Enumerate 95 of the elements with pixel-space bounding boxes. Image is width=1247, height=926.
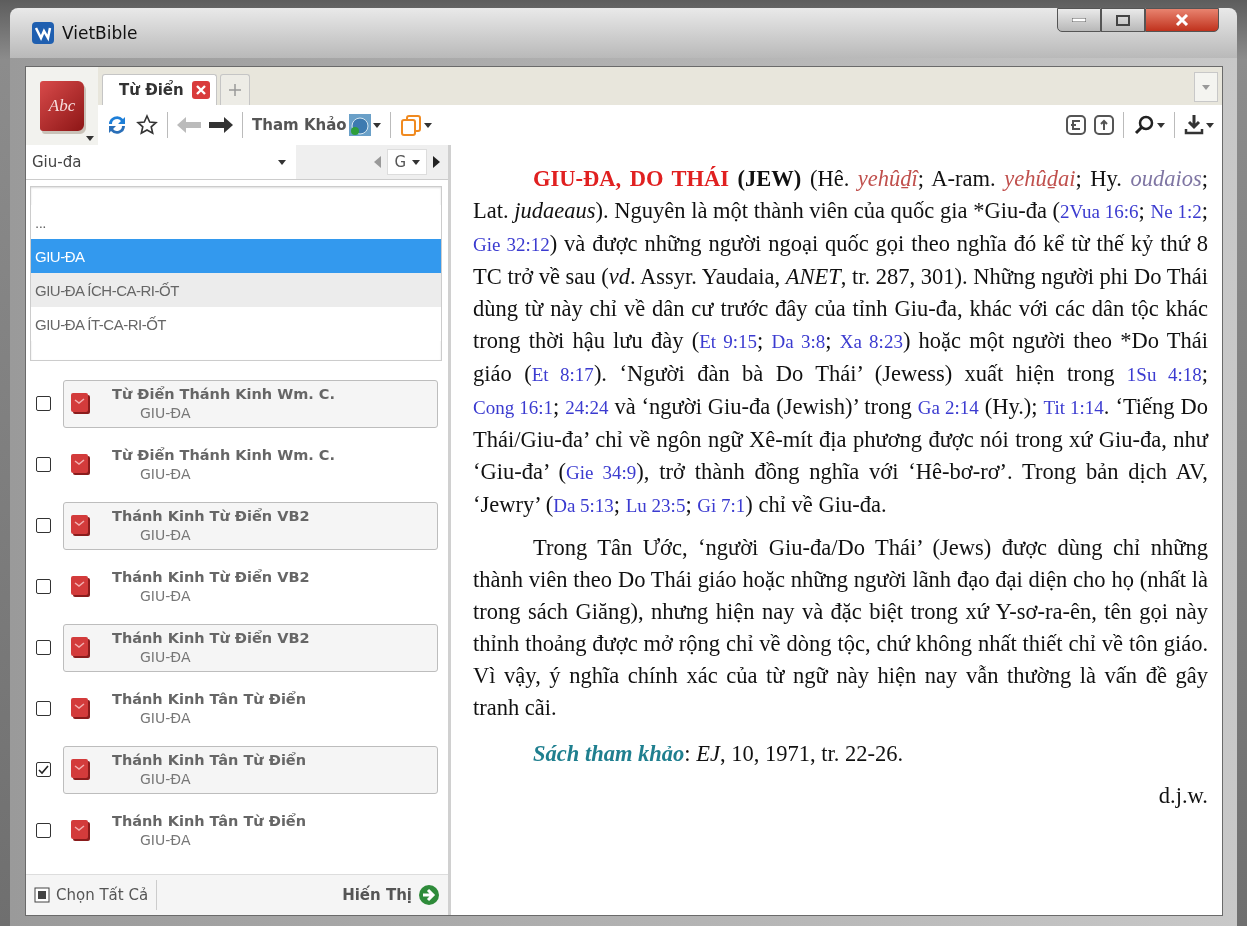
back-link-button[interactable] [1064,113,1088,137]
checkbox[interactable] [36,640,51,655]
entry-label: GIU-ĐA [139,771,192,787]
checkbox[interactable] [36,762,51,777]
caret-icon [1202,84,1210,90]
minimize-icon [1072,18,1086,22]
caret-icon [423,122,432,128]
verse-link[interactable]: Lu 23:5 [625,495,686,516]
author-initials: d.j.w. [1157,782,1208,810]
dictionary-title: Thánh Kinh Tân Từ Điển [112,752,306,768]
close-icon[interactable] [191,81,210,99]
checkbox[interactable] [36,701,51,716]
dictionary-title: Thánh Kinh Từ Điển VB2 [112,508,310,524]
checkbox-icon [34,887,50,903]
entry-label: GIU-ĐA [139,710,192,726]
arrow-circle-icon [418,884,440,906]
globe-icon [348,114,371,136]
verse-link[interactable]: 24:24 [565,397,609,418]
book-icon [70,757,92,782]
result-item[interactable]: Thánh Kinh Tân Từ Điển GIU-ĐA [63,806,438,855]
result-item[interactable]: Thánh Kinh Tân Từ Điển GIU-ĐA [63,745,438,794]
verse-link[interactable]: Da 3:8 [771,331,826,352]
reference-button[interactable]: Tham Khảo [250,112,383,138]
caret-icon [412,159,420,165]
dictionary-title: Thánh Kinh Tân Từ Điển [112,691,306,707]
entry-label: GIU-ĐA [139,832,192,848]
book-icon [70,574,92,599]
verse-link[interactable]: Et 9:15 [699,331,758,352]
dictionary-logo[interactable]: Abc [40,81,84,131]
reference-line: Sách tham khảo: EJ, 10, 1971, tr. 22-26. [532,740,905,768]
up-link-button[interactable] [1092,113,1116,137]
show-button[interactable]: Hiến Thị [334,875,448,915]
result-item[interactable]: Từ Điển Thánh Kinh Wm. C. GIU-ĐA [63,379,438,428]
checkbox[interactable] [36,396,51,411]
verse-link[interactable]: 2Vua 16:6 [1060,201,1139,222]
close-button[interactable] [1145,8,1219,32]
book-icon [70,452,92,477]
article-paragraph: Trong Tân Ước, ‘người Giu-đa/Do Thái’ (Jews) được dùng chỉ những thành viên theo Do Thái giáo hoặc những người lãnh đạo đại diện cho họ (nhất là trong sách Giăng), nhưng hiện nay và đặc biệt trong xứ Y-sơ-ra-ên, tên gọi này thỉnh thoảng được mở rộng chỉ về dòng tộc, chứ không nhất thiết chỉ về tôn giáo. Vì vậy, ý nghĩa chính xác của từ ngữ này hiện nay vẫn thường là vấn đề gây tranh cãi. [473,534,1208,722]
book-icon [70,635,92,660]
book-icon [70,696,92,721]
suggestion-item[interactable]: ... [31,205,441,239]
entry-label: GIU-ĐA [139,588,192,604]
result-item[interactable]: Thánh Kinh Từ Điển VB2 GIU-ĐA [63,501,438,550]
app-icon [32,22,54,44]
result-item[interactable]: Từ Điển Thánh Kinh Wm. C. GIU-ĐA [63,440,438,489]
verse-link[interactable]: Ne 1:2 [1150,201,1202,222]
result-item[interactable]: Thánh Kinh Tân Từ Điển GIU-ĐA [63,684,438,733]
letter-dropdown[interactable]: G [387,149,427,175]
verse-link[interactable]: Cong 16:1 [473,397,553,418]
book-icon [70,391,92,416]
verse-link[interactable]: Tit 1:14 [1043,397,1104,418]
maximize-button[interactable] [1101,8,1145,32]
checkbox[interactable] [36,518,51,533]
verse-link[interactable]: Da 5:13 [553,495,614,516]
verse-link[interactable]: Xa 8:23 [839,331,903,352]
entry-label: GIU-ĐA [139,527,192,543]
checkbox[interactable] [36,457,51,472]
verse-link[interactable]: Et 8:17 [531,364,594,385]
dictionary-title: Thánh Kinh Tân Từ Điển [112,813,306,829]
checkbox[interactable] [36,823,51,838]
entry-label: GIU-ĐA [139,405,192,421]
caret-icon [372,122,381,128]
suggestion-item[interactable]: GIU-ĐA ÍT-CA-RI-ỐT [31,307,441,341]
book-icon [70,513,92,538]
checkbox[interactable] [36,579,51,594]
result-item[interactable]: Thánh Kinh Từ Điển VB2 GIU-ĐA [63,562,438,611]
next-icon[interactable] [433,156,440,168]
suggestion-item[interactable]: GIU-ĐA ÍCH-CA-RI-ỐT [31,273,441,307]
close-icon [1175,14,1189,26]
caret-icon [1206,122,1214,128]
maximize-icon [1116,14,1130,26]
entry-label: GIU-ĐA [139,649,192,665]
verse-link[interactable]: 1Su 4:18 [1126,364,1202,385]
dictionary-title: Thánh Kinh Từ Điển VB2 [112,630,310,646]
verse-link[interactable]: Gie 34:9 [566,462,637,483]
verse-link[interactable]: Ga 2:14 [917,397,979,418]
forward-button[interactable] [207,114,235,136]
book-icon [70,818,92,843]
dictionary-title: Thánh Kinh Từ Điển VB2 [112,569,310,585]
result-item[interactable]: Thánh Kinh Từ Điển VB2 GIU-ĐA [63,623,438,672]
plus-icon [228,84,241,96]
entry-label: GIU-ĐA [139,466,192,482]
dictionary-title: Từ Điển Thánh Kinh Wm. C. [112,447,335,463]
article-paragraph: GIU-ĐA, DO THÁI (JEW) (Hê. yehûḏî; A-ram. yehûḏai; Hy. oudaios; Lat. judaeaus). Nguyên là một thành viên của quốc gia *Giu-đa (2Vua 16:6; Ne 1:2; Gie 32:12) và được những người ngoại quốc gọi theo nghĩa đó kể từ thế kỷ thứ 8 TC trở về sau (vd. Assyr. Yaudaia, ANET, tr. 287, 301). Những người phi Do Thái dùng từ này chỉ về dân cư trước đây của tỉnh Giu-đa, khác với các dân tộc khác trong thời hậu lưu đày (Et 9:15; Da 3:8; Xa 8:23) hoặc một người theo *Do Thái giáo (Et 8:17). ‘Người đàn bà Do Thái’ (Jewess) xuất hiện trong 1Su 4:18; Cong 16:1; 24:24 và ‘người Giu-đa (Jewish)’ trong Ga 2:14 (Hy.); Tit 1:14. ‘Tiếng Do Thái/Giu-đa’ chỉ về ngôn ngữ Xê-mít địa phương được nói trong xứ Giu-đa, như ‘Giu-đa’ (Gie 34:9), trở thành đồng nghĩa với ‘Hê-bơ-rơ’. Trong bản dịch AV, ‘Jewry’ (Da 5:13; Lu 23:5; Gi 7:1) chỉ về Giu-đa. [473,165,1208,519]
minimize-button[interactable] [1057,8,1101,32]
window-title: VietBible [62,23,139,43]
select-all-button[interactable]: Chọn Tất Cả [26,875,157,915]
dropdown-caret-icon [278,159,286,165]
bookmark-button[interactable] [134,112,160,138]
tab[interactable]: Từ Điển [102,74,217,105]
menu-caret-icon [86,136,94,141]
dictionary-title: Từ Điển Thánh Kinh Wm. C. [112,386,335,402]
verse-link[interactable]: Gie 32:12 [473,234,550,255]
caret-icon [1157,122,1165,128]
verse-link[interactable]: Gi 7:1 [697,495,746,516]
